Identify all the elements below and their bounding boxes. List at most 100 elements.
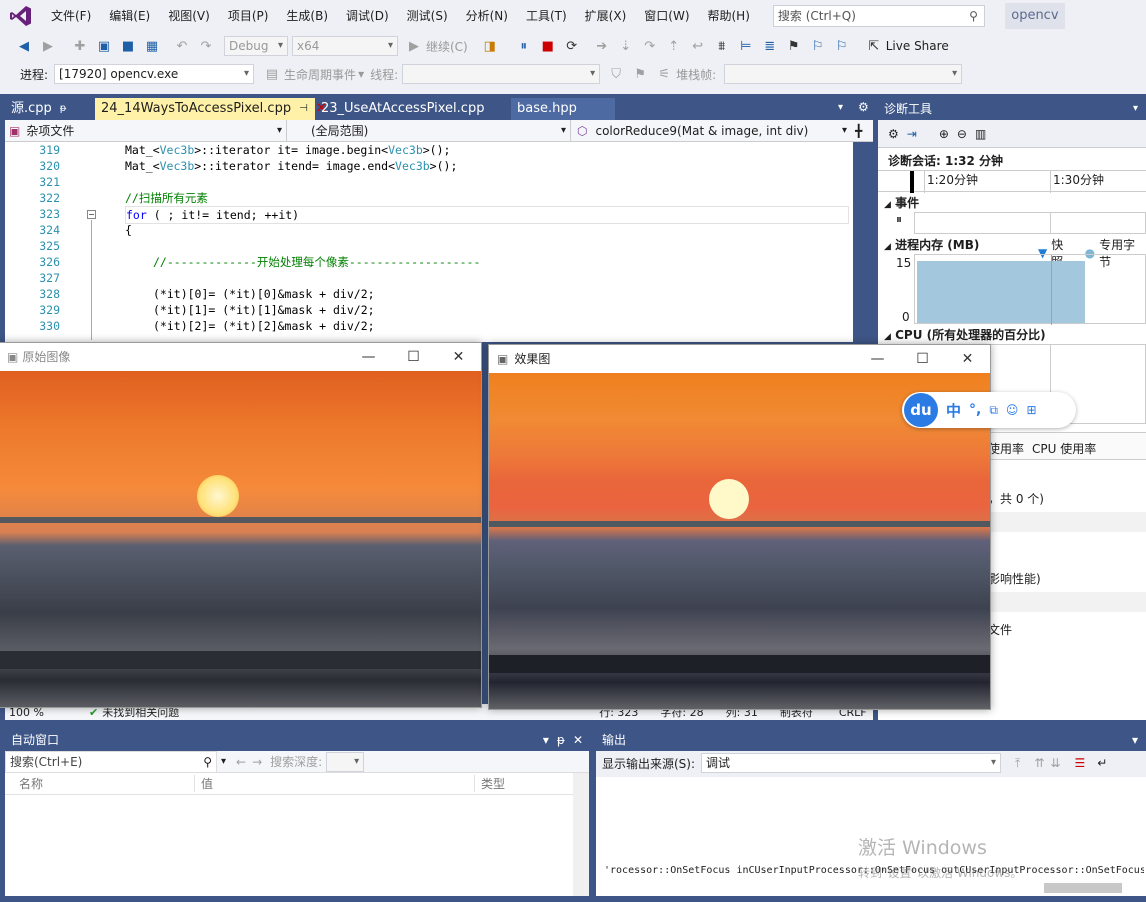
- menu-project[interactable]: 项目(P): [219, 0, 278, 32]
- split-icon[interactable]: ╋: [855, 124, 862, 138]
- maximize-icon[interactable]: ☐: [391, 343, 436, 371]
- collapse-toggle-icon[interactable]: −: [87, 210, 96, 219]
- output-source-dropdown[interactable]: 调试: [701, 753, 1002, 773]
- menu-view[interactable]: 视图(V): [159, 0, 219, 32]
- restart-icon[interactable]: ⟳: [562, 36, 582, 56]
- lifecycle-icon[interactable]: ▤: [262, 64, 282, 84]
- auto-search-input[interactable]: 搜索(Ctrl+E) ⚲: [5, 750, 217, 773]
- ime-punctuation-button[interactable]: °,: [969, 402, 981, 418]
- menu-debug[interactable]: 调试(D): [337, 0, 398, 32]
- tab-base-hpp[interactable]: base.hpp: [511, 98, 615, 120]
- window-titlebar[interactable]: ▣ 效果图 — ☐ ✕: [489, 345, 990, 373]
- ime-grid-icon[interactable]: ⊞: [1026, 403, 1036, 417]
- clear-all-icon[interactable]: ☰: [1074, 756, 1085, 770]
- live-share-icon[interactable]: ⇱: [864, 36, 884, 56]
- col-name[interactable]: 名称: [5, 775, 195, 792]
- lifecycle-events-button[interactable]: 生命周期事件: [284, 66, 356, 83]
- cpu-section[interactable]: ◢ CPU (所有处理器的百分比): [884, 326, 1046, 343]
- undo-icon[interactable]: ↶: [172, 36, 192, 56]
- dropdown-icon[interactable]: ▾: [1133, 98, 1146, 120]
- close-icon[interactable]: ✕: [945, 345, 990, 373]
- word-wrap-icon[interactable]: ↵: [1097, 756, 1107, 770]
- step-into-icon[interactable]: ⇣: [616, 36, 636, 56]
- zoom-in-icon[interactable]: ⊕: [939, 127, 949, 141]
- menu-analyze[interactable]: 分析(N): [457, 0, 517, 32]
- hex-icon[interactable]: ↩: [688, 36, 708, 56]
- export-icon[interactable]: ⇥: [907, 127, 917, 141]
- step-out-icon[interactable]: ⇡: [664, 36, 684, 56]
- stack-icon[interactable]: ⚟: [654, 64, 674, 84]
- scope-dropdown[interactable]: (全局范围) ▾: [287, 119, 571, 142]
- pin-icon[interactable]: ᵽ: [60, 98, 67, 120]
- attach-icon[interactable]: ◨: [480, 36, 500, 56]
- original-image-window[interactable]: ▣ 原始图像 — ☐ ✕: [0, 342, 482, 708]
- forward-icon[interactable]: →: [252, 755, 262, 769]
- pin-icon[interactable]: ⊣: [299, 98, 308, 120]
- clear-bookmark-icon[interactable]: ⚐: [832, 36, 852, 56]
- timeline-ruler[interactable]: 1:20分钟 1:30分钟: [878, 170, 1146, 193]
- filter-icon[interactable]: ⛉: [606, 64, 626, 84]
- cpu-usage-tab[interactable]: CPU 使用率: [1032, 440, 1096, 457]
- step-over-icon[interactable]: ↷: [640, 36, 660, 56]
- forward-icon[interactable]: ▶: [38, 36, 58, 56]
- tab-23-useat[interactable]: 23_UseAtAccessPixel.cpp: [315, 98, 511, 120]
- window-titlebar[interactable]: ▣ 原始图像 — ☐ ✕: [0, 343, 481, 371]
- member-dropdown[interactable]: ⬡ colorReduce9(Mat & image, int div) ▾: [571, 120, 851, 142]
- col-value[interactable]: 值: [195, 775, 475, 792]
- reset-view-icon[interactable]: ▥: [975, 127, 986, 141]
- ime-user-icon[interactable]: ☺: [1006, 403, 1019, 417]
- events-section[interactable]: ◢ 事件: [884, 194, 919, 211]
- process-dropdown[interactable]: [17920] opencv.exe: [54, 64, 255, 84]
- dropdown-icon[interactable]: ▾: [543, 729, 549, 751]
- tab-overflow-icon[interactable]: ▾: [838, 102, 843, 113]
- ime-language-button[interactable]: 中: [946, 400, 961, 421]
- settings-icon[interactable]: ⚙: [858, 100, 869, 114]
- bookmark-icon[interactable]: ⚑: [784, 36, 804, 56]
- configuration-dropdown[interactable]: Debug: [224, 36, 288, 56]
- show-next-icon[interactable]: ➔: [592, 36, 612, 56]
- flag-icon[interactable]: ⚑: [630, 64, 650, 84]
- menu-help[interactable]: 帮助(H): [699, 0, 759, 32]
- continue-icon[interactable]: ▶: [404, 36, 424, 56]
- open-file-icon[interactable]: ▣: [94, 36, 114, 56]
- output-text-area[interactable]: 'rocessor::OnSetFocus inCUserInputProces…: [596, 777, 1146, 896]
- memory-chart[interactable]: [914, 254, 1146, 325]
- memory-section[interactable]: ◢ 进程内存 (MB): [884, 236, 979, 253]
- minimize-icon[interactable]: —: [855, 345, 900, 373]
- ime-toolbar[interactable]: du 中 °, ⧉ ☺ ⊞: [902, 392, 1076, 428]
- gear-icon[interactable]: ⚙: [888, 127, 899, 141]
- redo-icon[interactable]: ↷: [196, 36, 216, 56]
- live-share-button[interactable]: Live Share: [886, 39, 949, 53]
- comment-icon[interactable]: ≣: [760, 36, 780, 56]
- usage-tab[interactable]: 使用率: [988, 440, 1024, 457]
- menu-extensions[interactable]: 扩展(X): [576, 0, 636, 32]
- close-icon[interactable]: ✕: [573, 729, 589, 751]
- save-all-icon[interactable]: ▦: [142, 36, 162, 56]
- next-message-icon[interactable]: ⇊: [1050, 756, 1060, 770]
- prev-message-icon[interactable]: ⇈: [1034, 756, 1044, 770]
- minimize-icon[interactable]: —: [346, 343, 391, 371]
- zoom-out-icon[interactable]: ⊖: [957, 127, 967, 141]
- platform-dropdown[interactable]: x64: [292, 36, 398, 56]
- continue-button[interactable]: 继续(C): [426, 38, 468, 55]
- find-message-icon[interactable]: ⤒: [1015, 756, 1020, 771]
- menu-edit[interactable]: 编辑(E): [100, 0, 159, 32]
- thread-icon[interactable]: ⩩: [712, 36, 732, 56]
- new-project-icon[interactable]: ✚: [70, 36, 90, 56]
- search-depth-dropdown[interactable]: [326, 751, 365, 772]
- tab-source-cpp[interactable]: 源.cpp ᵽ: [5, 98, 95, 120]
- menu-window[interactable]: 窗口(W): [635, 0, 698, 32]
- ime-skin-icon[interactable]: ⧉: [989, 403, 998, 418]
- horizontal-scrollbar[interactable]: [1044, 883, 1122, 893]
- next-bookmark-icon[interactable]: ⚐: [808, 36, 828, 56]
- menu-file[interactable]: 文件(F): [42, 0, 100, 32]
- menu-test[interactable]: 测试(S): [398, 0, 457, 32]
- thread-dropdown[interactable]: [402, 64, 601, 84]
- close-icon[interactable]: ✕: [436, 343, 481, 371]
- menu-tools[interactable]: 工具(T): [517, 0, 576, 32]
- format-icon[interactable]: ⊨: [736, 36, 756, 56]
- pin-icon[interactable]: ᵽ: [557, 729, 565, 751]
- code-editor[interactable]: 319 320 321 322 323 324 325 326 327 328 …: [5, 142, 853, 342]
- search-box[interactable]: 搜索 (Ctrl+Q) ⚲: [772, 5, 985, 27]
- back-icon[interactable]: ←: [236, 755, 246, 769]
